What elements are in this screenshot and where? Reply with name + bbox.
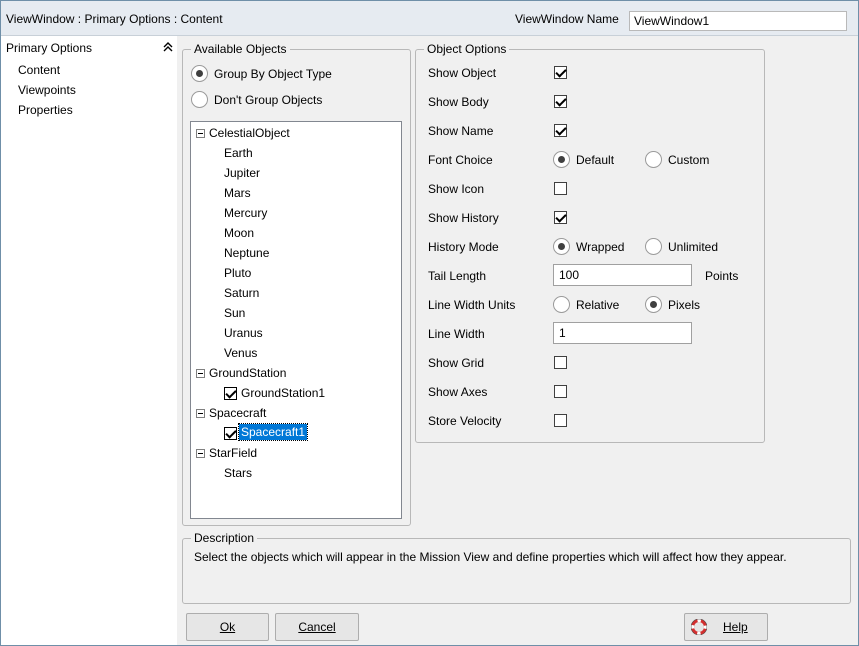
lwu-relative-label[interactable]: Relative: [576, 298, 619, 312]
show-body-checkbox[interactable]: [554, 95, 567, 108]
tree-node-spacecraft[interactable]: Spacecraft: [209, 406, 266, 420]
nav-item-properties[interactable]: Properties: [18, 103, 73, 117]
help-button[interactable]: Help: [684, 613, 768, 641]
font-choice-label: Font Choice: [428, 153, 493, 167]
history-mode-label: History Mode: [428, 240, 499, 254]
lifebuoy-help-icon: [691, 619, 707, 635]
options-navigation: Primary Options Content Viewpoints Prope…: [1, 36, 177, 645]
ok-button[interactable]: Ok: [186, 613, 269, 641]
show-axes-label: Show Axes: [428, 385, 488, 399]
spacecraft1-checkbox[interactable]: [224, 427, 237, 440]
tail-length-input[interactable]: 100: [553, 264, 692, 286]
nav-item-viewpoints[interactable]: Viewpoints: [18, 83, 76, 97]
cancel-button-label: Cancel: [298, 620, 336, 634]
show-body-label: Show Body: [428, 95, 489, 109]
show-name-checkbox[interactable]: [554, 124, 567, 137]
tree-item-moon[interactable]: Moon: [224, 226, 254, 240]
object-options-title: Object Options: [424, 42, 510, 56]
show-grid-label: Show Grid: [428, 356, 485, 370]
lwu-pixels-label[interactable]: Pixels: [668, 298, 700, 312]
tree-item-uranus[interactable]: Uranus: [224, 326, 263, 340]
font-custom-radio[interactable]: [645, 151, 662, 168]
description-title: Description: [191, 531, 258, 545]
line-width-input[interactable]: 1: [553, 322, 692, 344]
collapse-starfield-icon[interactable]: [196, 449, 205, 458]
show-history-label: Show History: [428, 211, 499, 225]
group-by-type-label[interactable]: Group By Object Type: [214, 67, 332, 81]
viewwindow-name-label: ViewWindow Name: [515, 12, 619, 26]
available-objects-title: Available Objects: [191, 42, 290, 56]
show-history-checkbox[interactable]: [554, 211, 567, 224]
window-title: ViewWindow : Primary Options : Content: [6, 12, 223, 26]
tree-item-mars[interactable]: Mars: [224, 186, 251, 200]
font-custom-label[interactable]: Custom: [668, 153, 709, 167]
tree-item-earth[interactable]: Earth: [224, 146, 253, 160]
tree-item-mercury[interactable]: Mercury: [224, 206, 267, 220]
line-width-label: Line Width: [428, 327, 485, 341]
line-width-units-label: Line Width Units: [428, 298, 516, 312]
description-group: Description: [182, 531, 851, 604]
tree-item-stars[interactable]: Stars: [224, 466, 252, 480]
show-object-checkbox[interactable]: [554, 66, 567, 79]
lwu-relative-radio[interactable]: [553, 296, 570, 313]
history-unlimited-radio[interactable]: [645, 238, 662, 255]
tree-node-groundstation[interactable]: GroundStation: [209, 366, 286, 380]
tree-item-saturn[interactable]: Saturn: [224, 286, 259, 300]
description-text: Select the objects which will appear in …: [194, 550, 787, 564]
tree-node-celestialobject[interactable]: CelestialObject: [209, 126, 290, 140]
show-name-label: Show Name: [428, 124, 494, 138]
title-bar: ViewWindow : Primary Options : Content V…: [1, 1, 858, 36]
tree-item-jupiter[interactable]: Jupiter: [224, 166, 260, 180]
store-velocity-checkbox[interactable]: [554, 414, 567, 427]
dont-group-label[interactable]: Don't Group Objects: [214, 93, 322, 107]
tail-length-label: Tail Length: [428, 269, 487, 283]
tree-item-spacecraft1[interactable]: Spacecraft1: [237, 423, 309, 441]
show-grid-checkbox[interactable]: [554, 356, 567, 369]
show-axes-checkbox[interactable]: [554, 385, 567, 398]
font-default-label[interactable]: Default: [576, 153, 614, 167]
font-default-radio[interactable]: [553, 151, 570, 168]
nav-item-content[interactable]: Content: [18, 63, 60, 77]
viewwindow-name-input[interactable]: [629, 11, 847, 31]
history-unlimited-label[interactable]: Unlimited: [668, 240, 718, 254]
collapse-celestial-icon[interactable]: [196, 129, 205, 138]
tree-node-starfield[interactable]: StarField: [209, 446, 257, 460]
object-tree[interactable]: CelestialObject Earth Jupiter Mars Mercu…: [190, 121, 402, 519]
help-button-label: Help: [723, 620, 748, 634]
dont-group-radio[interactable]: [191, 91, 208, 108]
show-icon-label: Show Icon: [428, 182, 485, 196]
tree-item-neptune[interactable]: Neptune: [224, 246, 269, 260]
collapse-chevron-icon[interactable]: [161, 40, 175, 54]
tree-item-venus[interactable]: Venus: [224, 346, 257, 360]
collapse-spacecraft-icon[interactable]: [196, 409, 205, 418]
show-object-label: Show Object: [428, 66, 497, 80]
tree-item-pluto[interactable]: Pluto: [224, 266, 251, 280]
tree-item-sun[interactable]: Sun: [224, 306, 245, 320]
tail-length-units: Points: [705, 269, 739, 283]
collapse-groundstation-icon[interactable]: [196, 369, 205, 378]
nav-header-primary-options[interactable]: Primary Options: [6, 41, 92, 55]
groundstation1-checkbox[interactable]: [224, 387, 237, 400]
group-by-type-radio[interactable]: [191, 65, 208, 82]
viewwindow-dialog: ViewWindow : Primary Options : Content V…: [0, 0, 859, 646]
cancel-button[interactable]: Cancel: [275, 613, 359, 641]
show-icon-checkbox[interactable]: [554, 182, 567, 195]
lwu-pixels-radio[interactable]: [645, 296, 662, 313]
ok-button-label: Ok: [219, 620, 236, 634]
history-wrapped-label[interactable]: Wrapped: [576, 240, 624, 254]
store-velocity-label: Store Velocity: [428, 414, 502, 428]
history-wrapped-radio[interactable]: [553, 238, 570, 255]
tree-item-groundstation1[interactable]: GroundStation1: [241, 386, 325, 400]
